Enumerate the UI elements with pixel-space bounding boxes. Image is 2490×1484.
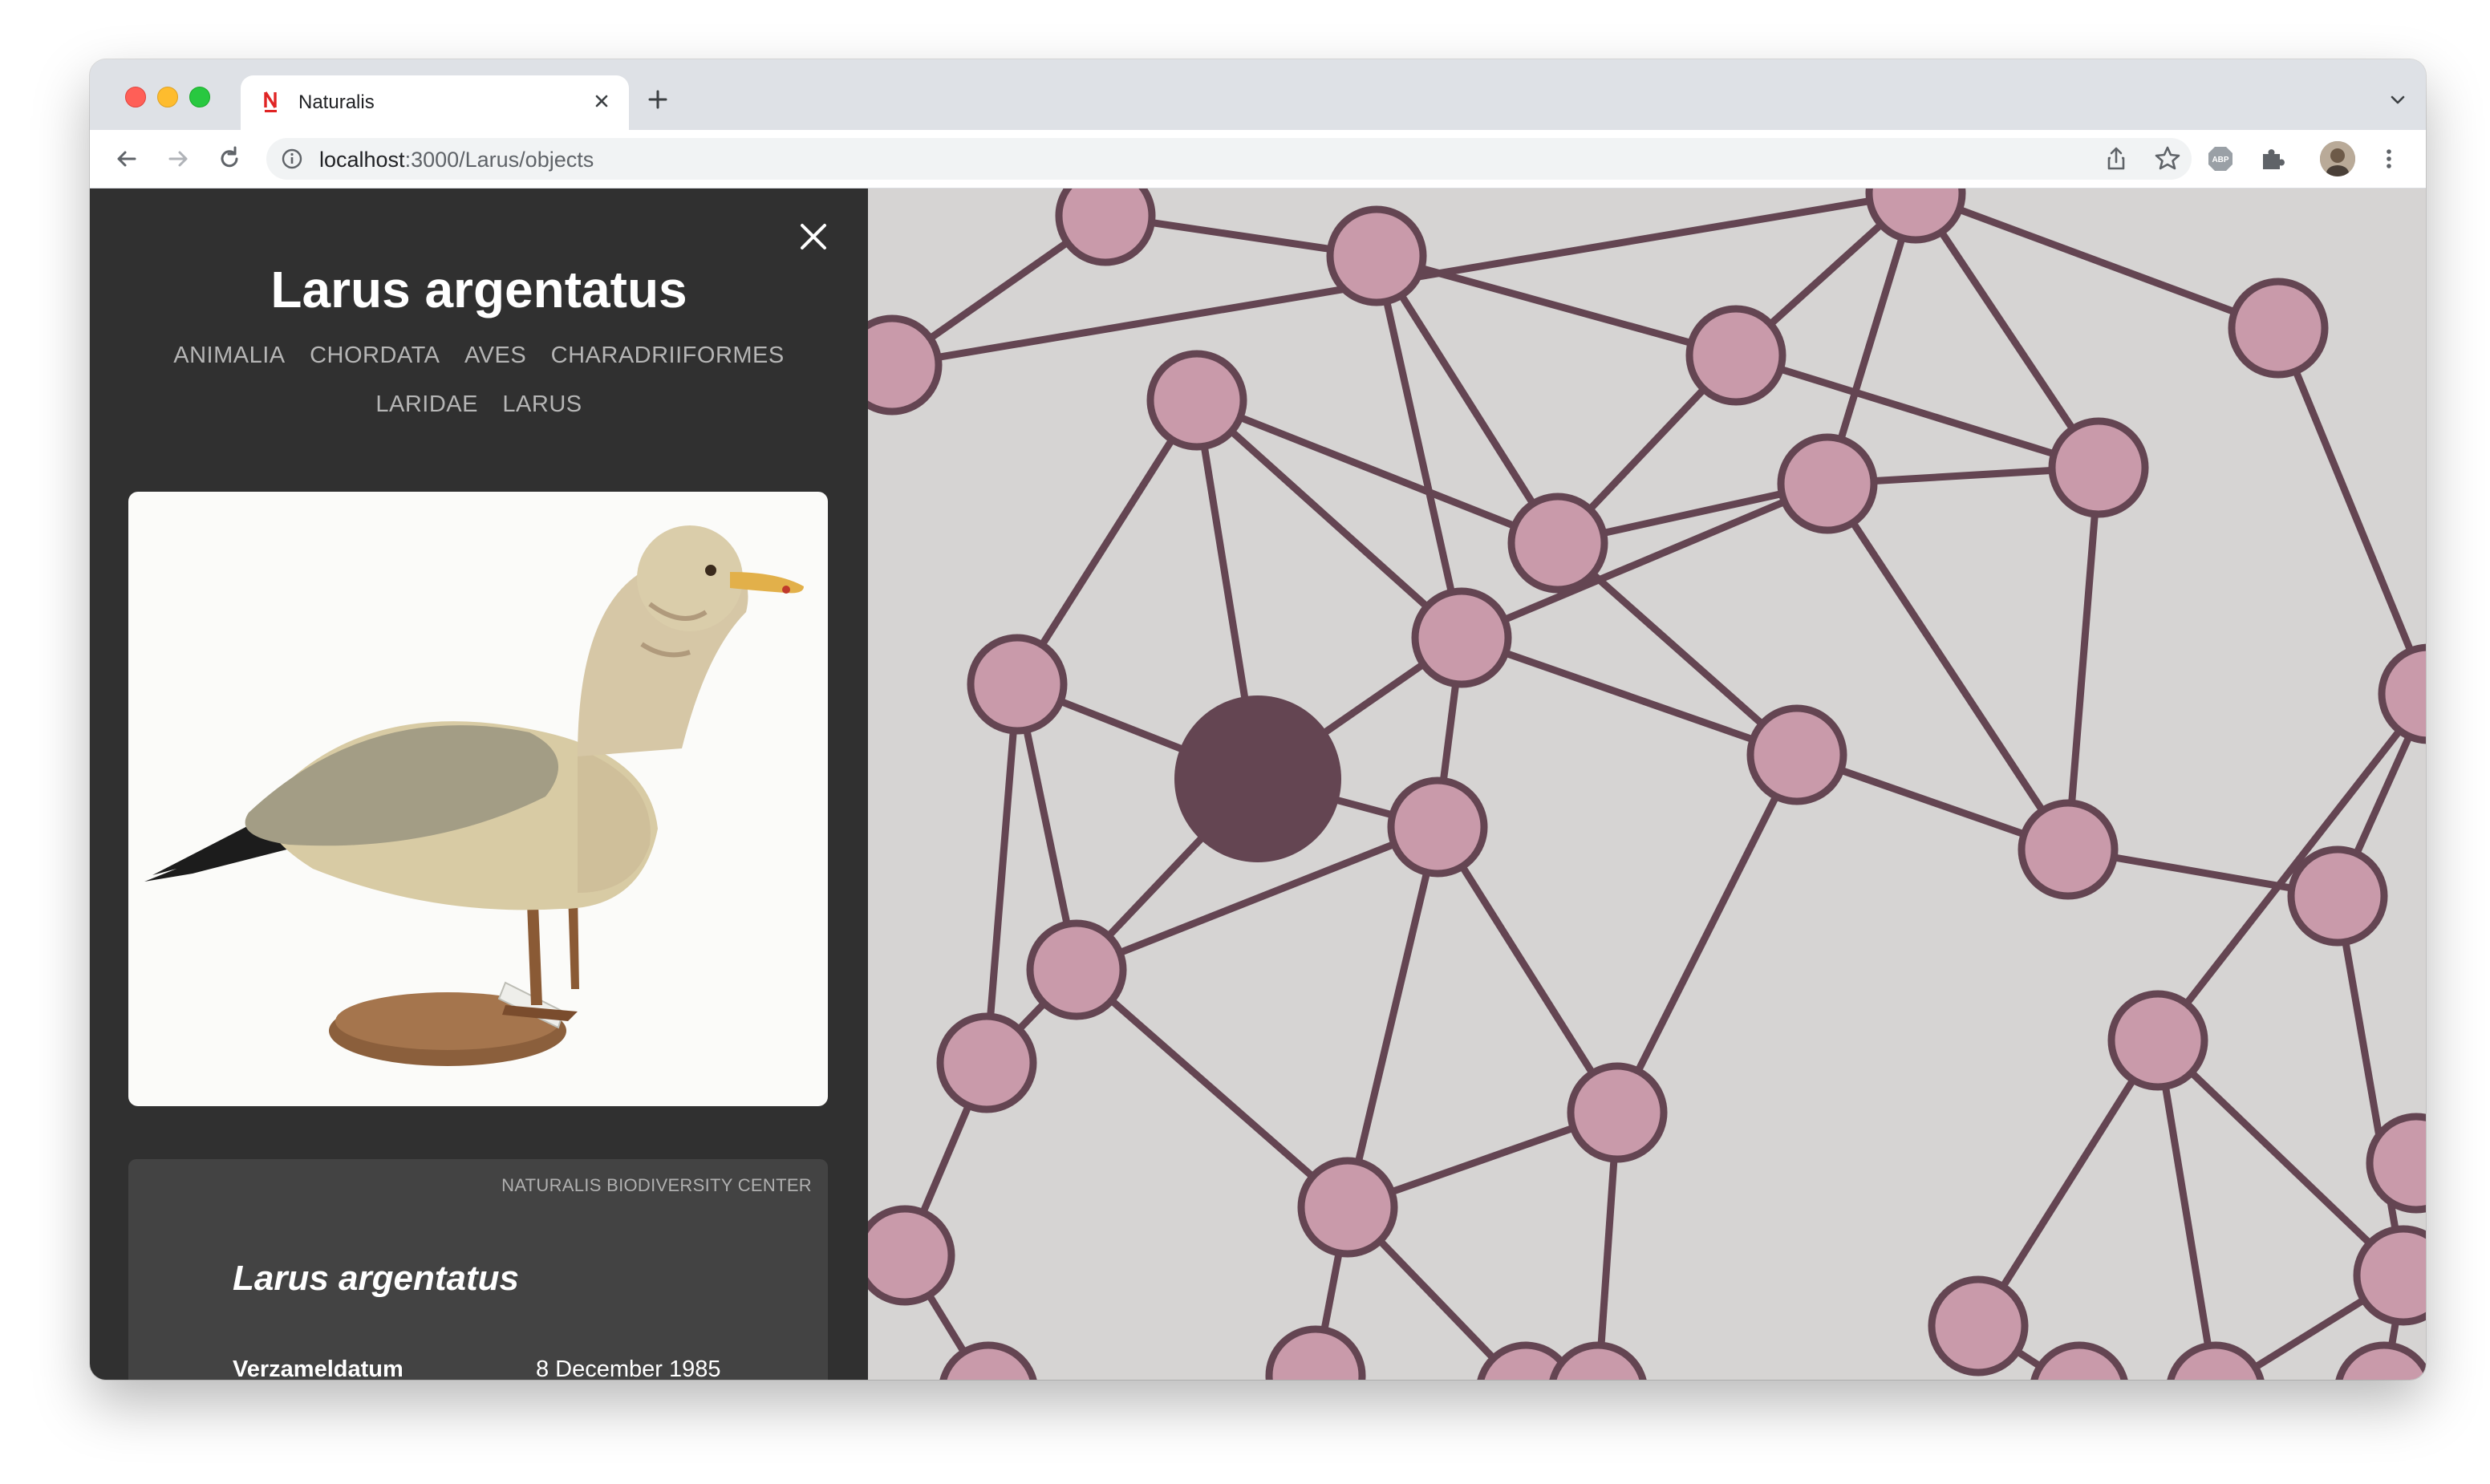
graph-edge bbox=[1434, 825, 1620, 1115]
taxon-phylum[interactable]: CHORDATA bbox=[310, 333, 440, 378]
gull-specimen-image bbox=[144, 525, 804, 1066]
source-label: NATURALIS BIODIVERSITY CENTER bbox=[501, 1175, 812, 1195]
taxonomy-breadcrumb: ANIMALIA CHORDATA AVES CHARADRIIFORMES L… bbox=[162, 333, 796, 431]
minimize-window-button[interactable] bbox=[157, 87, 178, 107]
graph-node[interactable] bbox=[2018, 799, 2119, 900]
graph-node[interactable] bbox=[1865, 189, 1966, 244]
back-icon[interactable] bbox=[111, 143, 143, 175]
field-label-collection-date: Verzameldatum bbox=[233, 1356, 404, 1380]
avatar-photo bbox=[2320, 141, 2355, 176]
chevron-down-icon[interactable] bbox=[2384, 87, 2411, 114]
graph-edge bbox=[1014, 398, 1200, 687]
graph-node[interactable] bbox=[1928, 1275, 2029, 1377]
graph-node[interactable] bbox=[939, 1341, 1037, 1380]
graph-node[interactable] bbox=[1265, 1325, 1366, 1380]
graph-edge bbox=[1074, 967, 1350, 1210]
graph-edge bbox=[2064, 467, 2103, 850]
graph-node[interactable] bbox=[1567, 1062, 1668, 1163]
specimen-panel: Larus argentatus ANIMALIA CHORDATA AVES … bbox=[90, 189, 868, 1380]
graph-edge bbox=[1344, 825, 1442, 1209]
address-bar[interactable]: localhost:3000/Larus/objects bbox=[266, 138, 2192, 180]
tab-strip: Naturalis bbox=[90, 59, 2426, 130]
page-content: Larus argentatus ANIMALIA CHORDATA AVES … bbox=[90, 189, 2426, 1380]
graph-node[interactable] bbox=[2335, 1341, 2426, 1380]
selected-graph-node[interactable] bbox=[1174, 695, 1341, 862]
card-title: Larus argentatus bbox=[233, 1259, 519, 1298]
graph-edge bbox=[983, 683, 1021, 1064]
graph-edge bbox=[1373, 255, 1466, 639]
graph-node[interactable] bbox=[1387, 776, 1488, 878]
url-host: localhost bbox=[319, 148, 405, 172]
taxon-genus[interactable]: LARUS bbox=[502, 382, 582, 427]
share-icon[interactable] bbox=[2100, 143, 2132, 175]
graph-edge bbox=[1975, 1038, 2161, 1328]
menu-icon[interactable] bbox=[2373, 143, 2405, 175]
taxon-kingdom[interactable]: ANIMALIA bbox=[173, 333, 285, 378]
taxon-family[interactable]: LARIDAE bbox=[375, 382, 478, 427]
profile-avatar[interactable] bbox=[2320, 141, 2355, 176]
graph-node[interactable] bbox=[2030, 1341, 2128, 1380]
field-value-collection-date: 8 December 1985 bbox=[536, 1356, 721, 1380]
graph-node[interactable] bbox=[2107, 990, 2208, 1091]
graph-node[interactable] bbox=[1411, 587, 1512, 688]
plus-icon[interactable] bbox=[643, 85, 672, 114]
graph-node[interactable] bbox=[1055, 189, 1156, 266]
graph-node[interactable] bbox=[1777, 433, 1878, 534]
browser-tab[interactable]: Naturalis bbox=[241, 75, 629, 130]
reload-icon[interactable] bbox=[213, 143, 245, 175]
browser-toolbar: localhost:3000/Larus/objects ABP bbox=[90, 130, 2426, 189]
graph-edge bbox=[1824, 481, 2071, 852]
svg-text:ABP: ABP bbox=[2212, 156, 2228, 164]
graph-node[interactable] bbox=[1026, 919, 1127, 1020]
url-text[interactable]: localhost:3000/Larus/objects bbox=[319, 148, 594, 172]
naturalis-favicon-icon bbox=[264, 91, 277, 112]
info-icon[interactable] bbox=[281, 148, 303, 170]
star-icon[interactable] bbox=[2151, 143, 2184, 175]
graph-edge bbox=[1195, 396, 1559, 547]
graph-node[interactable] bbox=[1507, 493, 1608, 594]
taxon-class[interactable]: AVES bbox=[464, 333, 526, 378]
graph-node[interactable] bbox=[2366, 1113, 2426, 1214]
tab-title: Naturalis bbox=[298, 91, 375, 113]
species-title: Larus argentatus bbox=[270, 261, 687, 318]
graph-node[interactable] bbox=[1549, 1341, 1647, 1380]
graph-node[interactable] bbox=[1685, 305, 1786, 406]
graph-edge bbox=[1194, 397, 1465, 641]
maximize-window-button[interactable] bbox=[189, 87, 210, 107]
extensions-icon[interactable] bbox=[2256, 143, 2288, 175]
graph-node[interactable] bbox=[1326, 205, 1427, 306]
graph-edge bbox=[2274, 326, 2426, 695]
url-path: :3000/Larus/objects bbox=[404, 148, 594, 172]
graph-edge bbox=[2155, 691, 2426, 1043]
browser-window: Naturalis localhost:3000/Larus/objects A… bbox=[90, 59, 2426, 1380]
graph-edge bbox=[1460, 634, 1799, 759]
forward-icon[interactable] bbox=[162, 143, 194, 175]
close-window-button[interactable] bbox=[125, 87, 146, 107]
close-icon[interactable] bbox=[796, 219, 831, 254]
taxon-order[interactable]: CHARADRIIFORMES bbox=[551, 333, 785, 378]
graph-node[interactable] bbox=[2228, 278, 2329, 379]
graph-edge bbox=[1613, 752, 1801, 1115]
specimen-info-card: NATURALIS BIODIVERSITY CENTER Larus arge… bbox=[128, 1159, 828, 1380]
graph-node[interactable] bbox=[1146, 350, 1247, 451]
graph-node[interactable] bbox=[936, 1012, 1037, 1113]
graph-node[interactable] bbox=[2167, 1341, 2265, 1380]
graph-node[interactable] bbox=[2353, 1225, 2426, 1326]
graph-node[interactable] bbox=[2378, 643, 2426, 744]
graph-node[interactable] bbox=[854, 1205, 955, 1306]
graph-node[interactable] bbox=[967, 634, 1068, 735]
graph-node[interactable] bbox=[2048, 417, 2149, 518]
graph-node[interactable] bbox=[1297, 1157, 1398, 1258]
graph-edge bbox=[1914, 189, 2280, 332]
graph-node[interactable] bbox=[2287, 845, 2388, 947]
adblock-icon[interactable]: ABP bbox=[2204, 143, 2237, 175]
close-tab-icon[interactable] bbox=[589, 88, 614, 114]
specimen-photo bbox=[128, 492, 828, 1106]
graph-node[interactable] bbox=[1746, 704, 1847, 805]
